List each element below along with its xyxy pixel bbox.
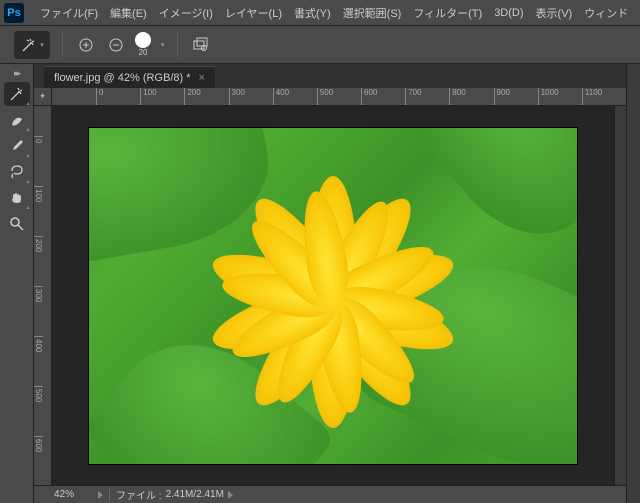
menu-filter[interactable]: フィルター(T) (407, 5, 488, 21)
brush-preview-icon (135, 32, 151, 48)
ruler-tick: 200 (34, 236, 43, 286)
ruler-origin[interactable]: ✦ (34, 88, 52, 106)
document-area: ✦ 0 100 200 300 400 500 600 700 800 900 … (34, 88, 626, 503)
ruler-tick: 700 (405, 88, 449, 106)
menu-image[interactable]: イメージ(I) (153, 5, 219, 21)
brush-icon (8, 111, 26, 129)
tab-close-button[interactable]: × (199, 72, 205, 84)
magnifier-icon (8, 215, 26, 233)
layers-sample-icon (192, 36, 210, 54)
flyout-icon[interactable] (98, 491, 103, 499)
ruler-tick: 900 (494, 88, 538, 106)
wand-icon (8, 85, 26, 103)
horizontal-ruler[interactable]: 0 100 200 300 400 500 600 700 800 900 10… (52, 88, 626, 106)
menu-view[interactable]: 表示(V) (530, 5, 579, 21)
hand-tool[interactable] (4, 186, 30, 210)
ruler-tick: 0 (34, 136, 43, 186)
paintbrush-icon (8, 137, 26, 155)
ruler-tick: 500 (34, 386, 43, 436)
menu-3d[interactable]: 3D(D) (488, 7, 529, 19)
ruler-tick: 600 (34, 436, 43, 485)
ruler-tick: 600 (361, 88, 405, 106)
flyout-icon[interactable]: ▾ (161, 41, 165, 49)
lasso-icon (8, 163, 26, 181)
ruler-tick: 100 (140, 88, 184, 106)
divider (62, 32, 63, 58)
quick-selection-tool[interactable] (4, 82, 30, 106)
tools-panel: ▸▸ (0, 64, 34, 503)
divider (109, 488, 110, 502)
brush-tool[interactable] (4, 108, 30, 132)
add-to-selection-button[interactable] (75, 34, 97, 56)
ruler-tick: 0 (96, 88, 140, 106)
flyout-icon[interactable] (228, 491, 233, 499)
ruler-tick: 1100 (582, 88, 626, 106)
doc-size-label: ファイル : (116, 487, 162, 502)
collapse-toolbar-icon[interactable]: ▸▸ (14, 68, 19, 80)
brush-size-label: 20 (139, 48, 148, 57)
ruler-tick: 300 (34, 286, 43, 336)
right-panel-strip[interactable] (626, 64, 640, 503)
flyout-icon: ▾ (40, 41, 44, 49)
app-logo: Ps (4, 3, 24, 23)
current-tool-indicator[interactable]: ▾ (14, 31, 50, 59)
document-tab[interactable]: flower.jpg @ 42% (RGB/8) * × (44, 66, 215, 88)
menu-select[interactable]: 選択範囲(S) (337, 5, 408, 21)
options-bar: ▾ 20 ▾ (0, 26, 640, 64)
minus-target-icon (108, 37, 124, 53)
menu-layer[interactable]: レイヤー(L) (219, 5, 288, 21)
canvas-image[interactable] (89, 128, 577, 464)
workspace: flower.jpg @ 42% (RGB/8) * × ✦ 0 100 200… (34, 64, 626, 503)
subtract-from-selection-button[interactable] (105, 34, 127, 56)
brush-preset[interactable]: 20 (135, 32, 151, 57)
wand-icon (20, 36, 38, 54)
status-bar: 42% ファイル : 2.41M/2.41M (34, 485, 626, 503)
plus-target-icon (78, 37, 94, 53)
ruler-tick: 400 (34, 336, 43, 386)
lasso-tool[interactable] (4, 160, 30, 184)
sample-all-layers-button[interactable] (190, 34, 212, 56)
menu-window[interactable]: ウィンド (578, 5, 634, 21)
ruler-tick: 300 (229, 88, 273, 106)
hand-icon (8, 189, 26, 207)
menu-bar: Ps ファイル(F) 編集(E) イメージ(I) レイヤー(L) 書式(Y) 選… (0, 0, 640, 26)
vertical-scrollbar[interactable] (614, 106, 626, 485)
vertical-ruler[interactable]: 0 100 200 300 400 500 600 700 (34, 106, 52, 485)
menu-type[interactable]: 書式(Y) (288, 5, 337, 21)
zoom-field[interactable]: 42% (34, 489, 94, 500)
ruler-tick: 200 (184, 88, 228, 106)
doc-size-value: 2.41M/2.41M (166, 489, 224, 500)
ruler-tick: 400 (273, 88, 317, 106)
menu-edit[interactable]: 編集(E) (104, 5, 153, 21)
brush-tool-alt[interactable] (4, 134, 30, 158)
document-tab-bar: flower.jpg @ 42% (RGB/8) * × (34, 64, 626, 88)
menu-file[interactable]: ファイル(F) (34, 5, 104, 21)
ruler-tick: 100 (34, 186, 43, 236)
ruler-tick: 800 (449, 88, 493, 106)
ruler-tick: 500 (317, 88, 361, 106)
zoom-tool[interactable] (4, 212, 30, 236)
ruler-tick: 1000 (538, 88, 582, 106)
canvas-viewport[interactable] (52, 106, 614, 485)
divider (177, 32, 178, 58)
sunflower (183, 152, 483, 452)
tab-title: flower.jpg @ 42% (RGB/8) * (54, 72, 191, 84)
